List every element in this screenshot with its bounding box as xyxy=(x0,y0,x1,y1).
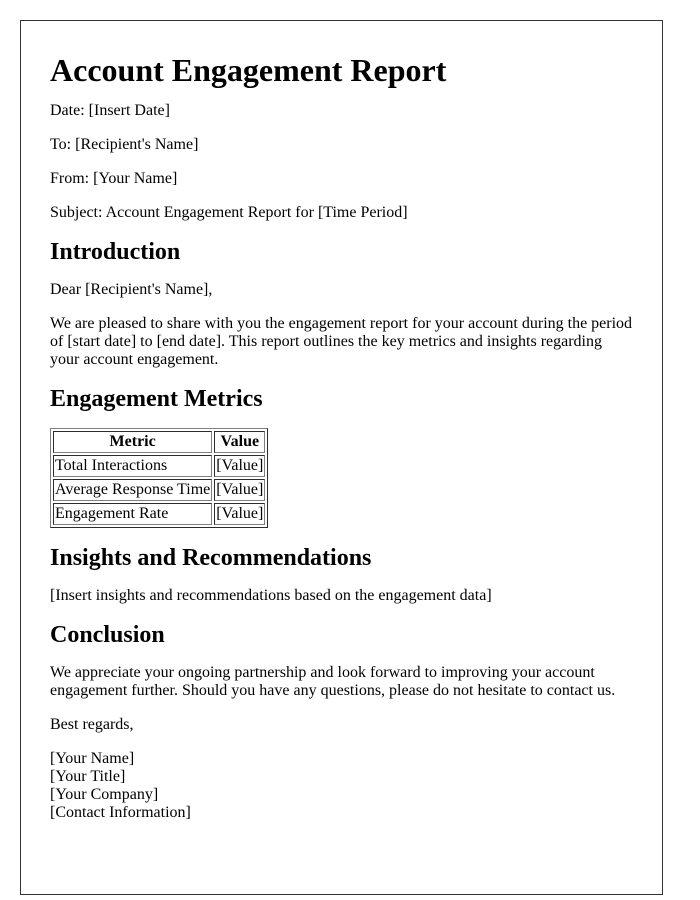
subject-label: Subject: xyxy=(50,204,103,221)
metric-value-cell: [Value] xyxy=(214,503,266,525)
conclusion-heading: Conclusion xyxy=(50,622,165,648)
insights-body: [Insert insights and recommendations bas… xyxy=(50,587,492,604)
metric-name-cell: Average Response Time xyxy=(53,479,213,501)
salutation: Dear [Recipient's Name], xyxy=(50,281,213,298)
introduction-heading: Introduction xyxy=(50,239,181,265)
conclusion-body: We appreciate your ongoing partnership a… xyxy=(50,664,616,699)
signature-block: [Your Name] [Your Title] [Your Company] … xyxy=(50,750,633,822)
date-label: Date: xyxy=(50,102,85,119)
introduction-body: We are pleased to share with you the eng… xyxy=(50,315,633,368)
from-value: [Your Name] xyxy=(93,170,178,187)
date-value: [Insert Date] xyxy=(88,102,170,119)
closing: Best regards, xyxy=(50,716,134,733)
from-label: From: xyxy=(50,170,90,187)
from-line: From: [Your Name] xyxy=(50,170,633,188)
signature-contact: [Contact Information] xyxy=(50,804,191,821)
metric-value-cell: [Value] xyxy=(214,455,266,477)
insights-heading: Insights and Recommendations xyxy=(50,545,372,571)
subject-value: Account Engagement Report for [Time Peri… xyxy=(105,204,408,221)
to-value: [Recipient's Name] xyxy=(75,136,199,153)
metrics-heading: Engagement Metrics xyxy=(50,386,263,412)
column-header-value: Value xyxy=(214,431,266,453)
signature-title: [Your Title] xyxy=(50,768,126,785)
table-row: Engagement Rate [Value] xyxy=(53,503,266,525)
table-row: Total Interactions [Value] xyxy=(53,455,266,477)
signature-company: [Your Company] xyxy=(50,786,159,803)
to-line: To: [Recipient's Name] xyxy=(50,136,633,154)
metrics-table: Metric Value Total Interactions [Value] … xyxy=(50,428,269,528)
letter-container: Account Engagement Report Date: [Insert … xyxy=(20,20,663,895)
subject-line: Subject: Account Engagement Report for [… xyxy=(50,204,633,222)
page-title: Account Engagement Report xyxy=(50,52,447,88)
signature-name: [Your Name] xyxy=(50,750,135,767)
metric-name-cell: Engagement Rate xyxy=(53,503,213,525)
metric-value-cell: [Value] xyxy=(214,479,266,501)
column-header-metric: Metric xyxy=(53,431,213,453)
to-label: To: xyxy=(50,136,72,153)
table-row: Average Response Time [Value] xyxy=(53,479,266,501)
table-header-row: Metric Value xyxy=(53,431,266,453)
metric-name-cell: Total Interactions xyxy=(53,455,213,477)
date-line: Date: [Insert Date] xyxy=(50,102,633,120)
